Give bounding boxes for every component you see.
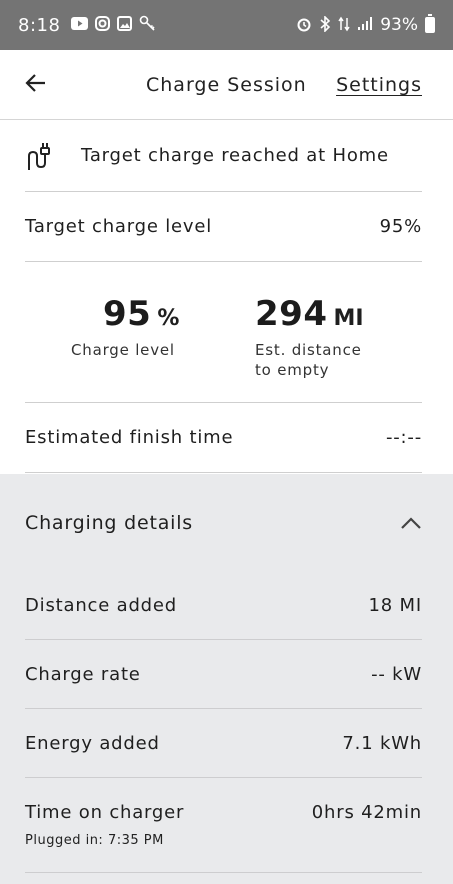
charge-stats: 95% Charge level 294 MI Est. distance to … [25, 262, 422, 403]
target-charge-value: 95% [379, 216, 422, 237]
detail-row-distance: Distance added 18 MI [25, 572, 422, 640]
gallery-icon [117, 16, 133, 34]
battery-icon [425, 14, 435, 33]
data-icon [338, 16, 350, 35]
instagram-icon [95, 16, 111, 34]
target-charge-label: Target charge level [25, 216, 213, 237]
detail-value: 7.1 kWh [342, 732, 422, 754]
detail-label: Time on charger [25, 802, 185, 823]
status-time: 8:18 [18, 14, 61, 36]
chevron-up-icon[interactable] [400, 511, 422, 535]
charge-status-text: Target charge reached at Home [81, 145, 389, 166]
charging-details-section: Charging details Distance added 18 MI Ch… [0, 474, 453, 873]
status-bar: 8:18 93% [0, 0, 453, 50]
distance-label-line-2: to empty [255, 361, 330, 380]
detail-label: Charge rate [25, 663, 141, 685]
detail-value: -- kW [371, 663, 422, 685]
distance-value: 294 [255, 294, 328, 334]
detail-value: 18 MI [368, 595, 422, 616]
back-arrow-icon[interactable] [24, 70, 64, 100]
distance-unit: MI [333, 306, 364, 331]
detail-row-charge-rate: Charge rate -- kW [25, 640, 422, 709]
detail-label: Energy added [25, 732, 160, 754]
alarm-icon [296, 16, 312, 35]
charge-status-banner: Target charge reached at Home [25, 120, 422, 192]
detail-value: 0hrs 42min [311, 802, 422, 823]
finish-time-label: Estimated finish time [25, 427, 234, 448]
charge-level-stat: 95% Charge level [71, 294, 179, 360]
battery-percent: 93% [380, 15, 418, 35]
signal-icon [357, 16, 373, 34]
settings-link[interactable]: Settings [336, 74, 422, 96]
target-charge-row[interactable]: Target charge level 95% [25, 192, 422, 262]
charge-level-label: Charge level [71, 341, 175, 359]
charging-details-toggle[interactable]: Charging details [25, 474, 422, 572]
charging-details-title: Charging details [25, 512, 194, 534]
distance-label: Est. distance to empty [255, 340, 364, 381]
app-bar: Charge Session Settings [0, 50, 453, 120]
youtube-icon [71, 17, 89, 33]
page-title: Charge Session [146, 74, 307, 96]
charge-level-unit: % [157, 306, 180, 331]
bluetooth-icon [319, 14, 331, 35]
detail-row-energy: Energy added 7.1 kWh [25, 709, 422, 778]
plug-icon [25, 139, 59, 173]
plugged-in-time: Plugged in: 7:35 PM [25, 833, 164, 848]
distance-stat: 294 MI Est. distance to empty [255, 294, 364, 381]
finish-time-row: Estimated finish time --:-- [25, 403, 422, 473]
detail-row-time-on-charger: Time on charger Plugged in: 7:35 PM 0hrs… [25, 778, 422, 873]
charge-level-value: 95 [103, 294, 152, 334]
finish-time-value: --:-- [385, 427, 422, 448]
distance-label-line-1: Est. distance [255, 341, 362, 359]
time-on-charger-labels: Time on charger Plugged in: 7:35 PM [25, 802, 184, 848]
key-icon [139, 15, 156, 35]
detail-label: Distance added [25, 595, 178, 616]
charge-session-panel: Charge Session Settings Target charge re… [0, 50, 453, 474]
